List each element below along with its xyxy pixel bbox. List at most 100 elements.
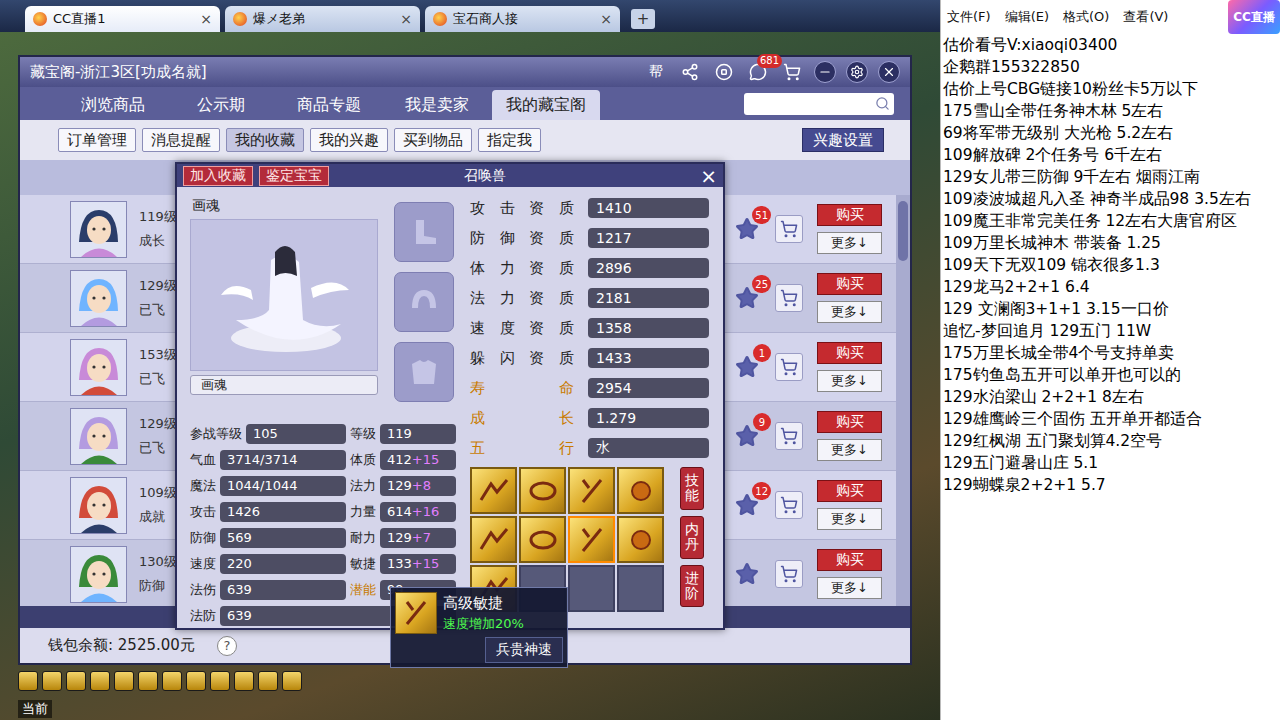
- share-button[interactable]: [678, 60, 702, 84]
- menu-item[interactable]: 格式(O): [1063, 8, 1109, 26]
- header-button[interactable]: 鉴定宝宝: [259, 166, 329, 186]
- scrollbar-thumb[interactable]: [898, 201, 908, 261]
- side-button[interactable]: 技能: [680, 467, 704, 510]
- stat-value: 105: [246, 424, 346, 444]
- scrollbar[interactable]: [896, 195, 910, 606]
- wallet-help-button[interactable]: ?: [217, 636, 237, 656]
- toolbar-button[interactable]: [186, 671, 206, 691]
- quality-row: 成长1.279: [470, 407, 709, 429]
- menu-item[interactable]: 编辑(E): [1005, 8, 1049, 26]
- toolbar-button[interactable]: [234, 671, 254, 691]
- add-cart-button[interactable]: [775, 353, 803, 381]
- nav-tab[interactable]: 商品专题: [276, 90, 382, 120]
- skill-slot[interactable]: [568, 467, 615, 514]
- favorite-button[interactable]: [733, 560, 761, 588]
- close-button[interactable]: [878, 61, 900, 83]
- add-cart-button[interactable]: [775, 491, 803, 519]
- buy-button[interactable]: 购买: [817, 273, 882, 295]
- menu-item[interactable]: 查看(V): [1123, 8, 1168, 26]
- header-button[interactable]: 加入收藏: [183, 166, 253, 186]
- pet-name-field[interactable]: 画魂: [190, 375, 378, 395]
- add-cart-button[interactable]: [775, 422, 803, 450]
- equipment-slot[interactable]: [394, 342, 454, 402]
- nav-tab[interactable]: 浏览商品: [60, 90, 166, 120]
- buy-button[interactable]: 购买: [817, 342, 882, 364]
- browser-tab[interactable]: 爆メ老弟×: [225, 6, 420, 32]
- buy-button[interactable]: 购买: [817, 549, 882, 571]
- nav-tab[interactable]: 我的藏宝阁: [492, 90, 600, 120]
- add-cart-button[interactable]: [775, 284, 803, 312]
- skill-slot[interactable]: [470, 467, 517, 514]
- search-field[interactable]: [744, 93, 894, 115]
- buy-button[interactable]: 购买: [817, 204, 882, 226]
- quality-label: 五行: [470, 439, 574, 458]
- skill-slot[interactable]: [519, 516, 566, 563]
- more-button[interactable]: 更多↓: [817, 508, 882, 530]
- more-button[interactable]: 更多↓: [817, 439, 882, 461]
- favorite-button[interactable]: 51: [733, 215, 761, 243]
- help-button[interactable]: 帮: [644, 60, 668, 84]
- browser-tab[interactable]: 宝石商人接×: [425, 6, 620, 32]
- more-button[interactable]: 更多↓: [817, 577, 882, 599]
- favorite-button[interactable]: 12: [733, 491, 761, 519]
- skill-slot[interactable]: [617, 516, 664, 563]
- favorite-count-badge: 9: [753, 413, 771, 431]
- favorite-button[interactable]: 25: [733, 284, 761, 312]
- favorite-button[interactable]: 9: [733, 422, 761, 450]
- skill-slot[interactable]: [568, 565, 615, 612]
- settings-button[interactable]: [846, 61, 868, 83]
- messages-button[interactable]: 681: [746, 60, 770, 84]
- equipment-slot[interactable]: [394, 202, 454, 262]
- favorite-button[interactable]: 1: [733, 353, 761, 381]
- row-text: 129级已飞: [139, 277, 177, 319]
- nav-tab[interactable]: 我是卖家: [384, 90, 490, 120]
- stop-button[interactable]: [712, 60, 736, 84]
- more-button[interactable]: 更多↓: [817, 232, 882, 254]
- buy-button[interactable]: 购买: [817, 480, 882, 502]
- cart-button[interactable]: [780, 60, 804, 84]
- nav-tab[interactable]: 公示期: [168, 90, 274, 120]
- sub-tab[interactable]: 我的兴趣: [310, 128, 388, 152]
- sub-tab[interactable]: 指定我: [478, 128, 541, 152]
- toolbar-button[interactable]: [18, 671, 38, 691]
- side-button[interactable]: 进阶: [680, 565, 704, 608]
- more-button[interactable]: 更多↓: [817, 301, 882, 323]
- skill-slot[interactable]: [568, 516, 615, 563]
- notepad-text[interactable]: 估价看号V:xiaoqi03400企鹅群155322850估价上号CBG链接10…: [941, 34, 1280, 496]
- add-cart-button[interactable]: [775, 215, 803, 243]
- toolbar-button[interactable]: [138, 671, 158, 691]
- sub-tab[interactable]: 消息提醒: [142, 128, 220, 152]
- toolbar-button[interactable]: [162, 671, 182, 691]
- skill-slot[interactable]: [519, 467, 566, 514]
- new-tab-button[interactable]: +: [631, 9, 655, 29]
- more-button[interactable]: 更多↓: [817, 370, 882, 392]
- toolbar-button[interactable]: [42, 671, 62, 691]
- skill-slot[interactable]: [470, 516, 517, 563]
- pet-portrait-icon: [191, 220, 377, 370]
- toolbar-button[interactable]: [210, 671, 230, 691]
- chat-channel[interactable]: 当前: [18, 700, 52, 718]
- skill-slot[interactable]: [617, 467, 664, 514]
- skill-slot[interactable]: [617, 565, 664, 612]
- sub-tab[interactable]: 订单管理: [58, 128, 136, 152]
- menu-item[interactable]: 文件(F): [947, 8, 991, 26]
- minimize-button[interactable]: [814, 61, 836, 83]
- toolbar-button[interactable]: [114, 671, 134, 691]
- add-cart-button[interactable]: [775, 560, 803, 588]
- sub-tab[interactable]: 买到物品: [394, 128, 472, 152]
- toolbar-button[interactable]: [90, 671, 110, 691]
- interest-settings-button[interactable]: 兴趣设置: [802, 128, 884, 152]
- pet-dialog-close[interactable]: ×: [700, 166, 717, 186]
- pet-right-column: 攻击资质1410防御资质1217体力资质2896法力资质2181速度资质1358…: [470, 197, 709, 626]
- equipment-slot[interactable]: [394, 272, 454, 332]
- tab-close-button[interactable]: ×: [200, 11, 212, 27]
- tab-close-button[interactable]: ×: [400, 11, 412, 27]
- tab-close-button[interactable]: ×: [600, 11, 612, 27]
- sub-tab[interactable]: 我的收藏: [226, 128, 304, 152]
- toolbar-button[interactable]: [282, 671, 302, 691]
- side-button[interactable]: 内丹: [680, 516, 704, 559]
- toolbar-button[interactable]: [258, 671, 278, 691]
- browser-tab[interactable]: CC直播1×: [25, 6, 220, 32]
- buy-button[interactable]: 购买: [817, 411, 882, 433]
- toolbar-button[interactable]: [66, 671, 86, 691]
